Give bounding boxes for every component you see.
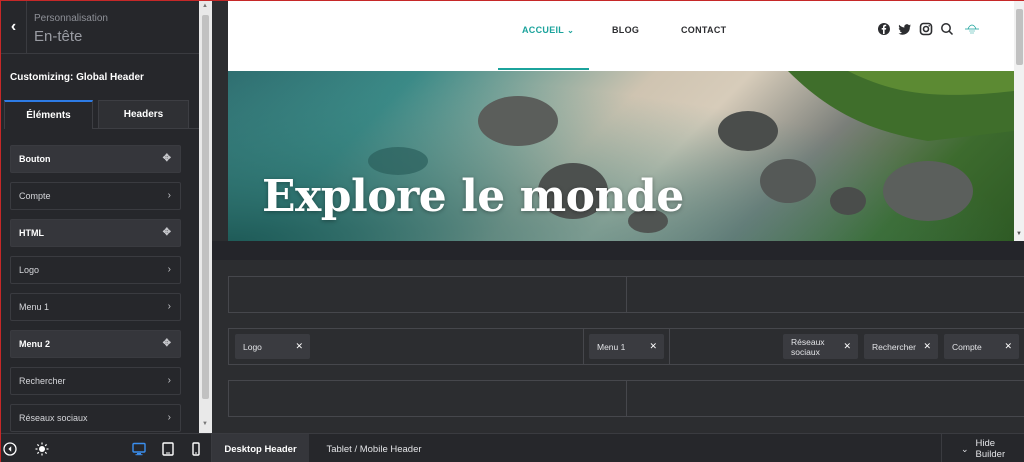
column-divider (626, 277, 627, 312)
builder-chip-reseaux-sociaux[interactable]: Réseaux sociaux ✕ (783, 334, 858, 359)
nav-link-blog[interactable]: BLOG (612, 25, 639, 35)
chip-label: Rechercher (872, 341, 916, 352)
element-item-reseaux-sociaux[interactable]: Réseaux sociaux › (10, 404, 181, 432)
breadcrumb: Personnalisation (34, 13, 108, 24)
nav-link-contact[interactable]: CONTACT (681, 25, 726, 35)
scroll-down-icon[interactable]: ▼ (1016, 231, 1022, 237)
close-icon[interactable]: ✕ (843, 341, 851, 351)
hide-builder-label: Hide Builder (975, 438, 1006, 460)
builder-chip-menu-1[interactable]: Menu 1 ✕ (589, 334, 664, 359)
column-divider (583, 329, 584, 364)
element-label: Menu 2 (19, 339, 51, 349)
builder-row-bottom[interactable] (228, 380, 1024, 417)
move-icon[interactable]: ✥ (163, 338, 171, 349)
element-label: Compte (19, 191, 51, 201)
divider (1, 53, 199, 54)
chip-label: Menu 1 (597, 341, 626, 352)
element-item-rechercher[interactable]: Rechercher › (10, 367, 181, 395)
site-navigation: ACCUEIL ⌄ BLOG CONTACT (228, 1, 1014, 71)
element-item-logo[interactable]: Logo › (10, 256, 181, 284)
hero-title: Explore le monde (262, 171, 684, 222)
tablet-preview-icon[interactable] (161, 442, 175, 456)
element-label: HTML (19, 228, 44, 238)
preview-scrollbar[interactable]: ▼ (1014, 1, 1024, 241)
chevron-right-icon: › (167, 264, 171, 275)
chevron-right-icon: › (167, 375, 171, 386)
elements-list: Bouton ✥ Compte › HTML ✥ Logo › Menu 1 ›… (10, 145, 181, 441)
move-icon[interactable]: ✥ (163, 153, 171, 164)
sidebar-scrollbar[interactable]: ▲ ▼ (199, 1, 212, 433)
element-label: Menu 1 (19, 302, 50, 312)
site-preview: ACCUEIL ⌄ BLOG CONTACT Explore le monde … (228, 1, 1024, 241)
element-item-menu-2[interactable]: Menu 2 ✥ (10, 330, 181, 358)
hero-banner: Explore le monde (228, 71, 1014, 241)
close-icon[interactable]: ✕ (923, 341, 931, 352)
header-builder: Logo ✕ Menu 1 ✕ Réseaux sociaux ✕ Recher… (212, 241, 1024, 433)
column-divider (669, 329, 670, 364)
bottom-toolbar: Desktop Header Tablet / Mobile Header ⌄ … (1, 433, 1024, 462)
element-label: Bouton (19, 154, 51, 164)
column-divider (626, 381, 627, 416)
chevron-down-icon: ⌄ (567, 26, 575, 35)
element-item-compte[interactable]: Compte › (10, 182, 181, 210)
scroll-up-icon[interactable]: ▲ (202, 3, 208, 9)
element-label: Logo (19, 265, 40, 275)
chevron-right-icon: › (167, 412, 171, 423)
facebook-icon[interactable] (877, 22, 891, 36)
chip-label: Compte (952, 341, 982, 352)
close-icon[interactable]: ✕ (295, 341, 303, 352)
element-label: Réseaux sociaux (19, 413, 88, 423)
instagram-icon[interactable] (919, 22, 933, 36)
builder-row-main[interactable]: Logo ✕ Menu 1 ✕ Réseaux sociaux ✕ Recher… (228, 328, 1024, 365)
mobile-preview-icon[interactable] (189, 442, 203, 456)
logo-icon[interactable] (963, 22, 981, 36)
chevron-left-icon: ‹ (10, 18, 17, 35)
divider (93, 128, 199, 129)
collapse-sidebar-icon[interactable] (3, 442, 17, 456)
section-title: En-tête (34, 28, 83, 45)
builder-chip-rechercher[interactable]: Rechercher ✕ (864, 334, 938, 359)
tab-headers[interactable]: Headers (98, 100, 189, 129)
scrollbar-thumb[interactable] (202, 15, 209, 399)
hide-builder-button[interactable]: ⌄ Hide Builder (961, 434, 1024, 462)
chevron-right-icon: › (167, 301, 171, 312)
chip-label: Logo (243, 341, 262, 352)
chip-label: Réseaux sociaux (791, 336, 825, 357)
back-button[interactable]: ‹ (1, 1, 27, 53)
customizer-sidebar: ‹ Personnalisation En-tête Customizing: … (1, 1, 212, 433)
element-label: Rechercher (19, 376, 66, 386)
sun-icon[interactable] (35, 442, 49, 456)
builder-chip-compte[interactable]: Compte ✕ (944, 334, 1019, 359)
search-icon[interactable] (940, 22, 954, 36)
desktop-preview-icon[interactable] (132, 442, 146, 456)
customizing-label: Customizing: Global Header (10, 72, 144, 83)
scroll-down-icon[interactable]: ▼ (202, 421, 208, 427)
move-icon[interactable]: ✥ (163, 227, 171, 238)
divider (941, 434, 942, 462)
active-nav-indicator (498, 68, 589, 70)
close-icon[interactable]: ✕ (1004, 341, 1012, 352)
nav-link-accueil[interactable]: ACCUEIL ⌄ (522, 25, 574, 35)
twitter-icon[interactable] (898, 22, 912, 36)
tab-tablet-mobile-header[interactable]: Tablet / Mobile Header (311, 434, 437, 462)
builder-row-top[interactable] (228, 276, 1024, 313)
chevron-right-icon: › (167, 190, 171, 201)
scrollbar-thumb[interactable] (1016, 9, 1023, 65)
chevron-down-icon: ⌄ (961, 443, 969, 454)
tab-elements[interactable]: Éléments (4, 100, 93, 129)
close-icon[interactable]: ✕ (649, 341, 657, 352)
element-item-html[interactable]: HTML ✥ (10, 219, 181, 247)
tab-desktop-header[interactable]: Desktop Header (212, 434, 309, 462)
element-item-bouton[interactable]: Bouton ✥ (10, 145, 181, 173)
builder-chip-logo[interactable]: Logo ✕ (235, 334, 310, 359)
element-item-menu-1[interactable]: Menu 1 › (10, 293, 181, 321)
